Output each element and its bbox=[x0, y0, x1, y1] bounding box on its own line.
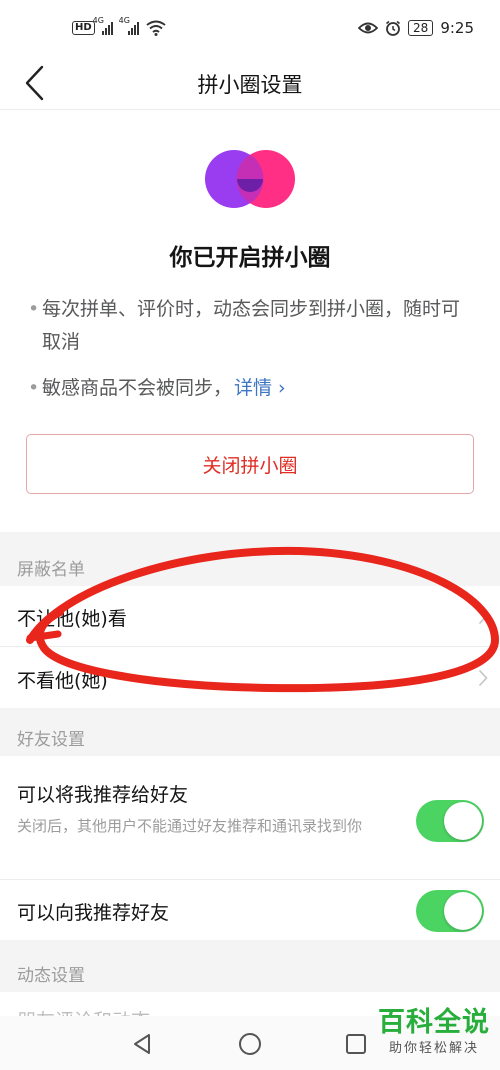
row-hide-from[interactable]: 不让他(她)看 bbox=[0, 586, 500, 647]
nav-bar: 拼小圈设置 bbox=[0, 56, 500, 110]
status-left: HD 4G 4G bbox=[72, 16, 166, 36]
row-recommend-me-to-friends: 可以将我推荐给好友 关闭后，其他用户不能通过好友推荐和通讯录找到你 bbox=[0, 756, 500, 880]
info-bullet-sensitive-text: 敏感商品不会被同步， bbox=[42, 377, 233, 399]
close-pinxiaoquan-button[interactable]: 关闭拼小圈 bbox=[26, 434, 474, 494]
wifi-icon bbox=[146, 20, 166, 36]
bullet-dot: • bbox=[28, 298, 40, 320]
toggle-knob bbox=[444, 802, 482, 840]
section-header-block-list: 屏蔽名单 bbox=[0, 532, 500, 586]
chevron-right-icon bbox=[478, 607, 488, 625]
toggle-knob bbox=[444, 892, 482, 930]
page-title: 拼小圈设置 bbox=[197, 73, 303, 97]
signal-icon-2: 4G bbox=[119, 16, 139, 35]
network-type-label-2: 4G bbox=[118, 16, 130, 25]
system-recents-icon[interactable] bbox=[344, 1032, 368, 1056]
row-recommend-me-desc: 关闭后，其他用户不能通过好友推荐和通讯录找到你 bbox=[17, 817, 363, 835]
row-dont-see-label: 不看他(她) bbox=[17, 670, 108, 692]
watermark-title: 百科全说 bbox=[378, 1007, 490, 1038]
row-partial-moment-label: 朋友评论和动态 bbox=[17, 1006, 150, 1016]
row-recommend-me-label: 可以将我推荐给好友 bbox=[17, 784, 189, 806]
battery-icon: 28 bbox=[408, 20, 434, 36]
system-home-icon[interactable] bbox=[238, 1032, 262, 1056]
pinxiaoquan-logo-icon bbox=[205, 150, 295, 208]
info-bullet-sync: • 每次拼单、评价时，动态会同步到拼小圈，随时可取消 bbox=[28, 293, 478, 359]
signal-icon: 4G bbox=[93, 16, 113, 35]
bullet-dot: • bbox=[28, 377, 40, 399]
details-link[interactable]: 详情 › bbox=[234, 372, 286, 405]
eye-icon bbox=[358, 22, 379, 34]
recommend-me-toggle[interactable] bbox=[416, 800, 484, 842]
enabled-headline: 你已开启拼小圈 bbox=[169, 245, 331, 271]
row-dont-see[interactable]: 不看他(她) bbox=[0, 648, 500, 708]
status-bar: HD 4G 4G 28 9:25 bbox=[0, 0, 500, 56]
row-hide-from-label: 不让他(她)看 bbox=[17, 608, 127, 630]
hd-badge: HD bbox=[72, 21, 95, 35]
recommend-to-me-toggle[interactable] bbox=[416, 890, 484, 932]
alarm-clock-icon bbox=[386, 20, 401, 36]
row-recommend-friends-to-me: 可以向我推荐好友 bbox=[0, 880, 500, 940]
watermark-subtitle: 助你轻松解决 bbox=[388, 1041, 479, 1056]
row-recommend-to-me-label: 可以向我推荐好友 bbox=[17, 902, 170, 924]
system-back-icon[interactable] bbox=[130, 1032, 154, 1056]
network-type-label: 4G bbox=[92, 16, 104, 25]
watermark: 百科全说 助你轻松解决 bbox=[372, 1006, 496, 1058]
status-time: 9:25 bbox=[440, 19, 474, 37]
info-bullet-sync-text: 每次拼单、评价时，动态会同步到拼小圈，随时可取消 bbox=[42, 298, 461, 353]
status-right: 28 9:25 bbox=[358, 19, 474, 37]
chevron-right-icon bbox=[478, 669, 488, 687]
section-header-moment-settings: 动态设置 bbox=[0, 940, 500, 992]
info-bullet-sensitive: • 敏感商品不会被同步， 详情 › bbox=[28, 372, 478, 405]
section-header-friend-settings: 好友设置 bbox=[0, 708, 500, 756]
